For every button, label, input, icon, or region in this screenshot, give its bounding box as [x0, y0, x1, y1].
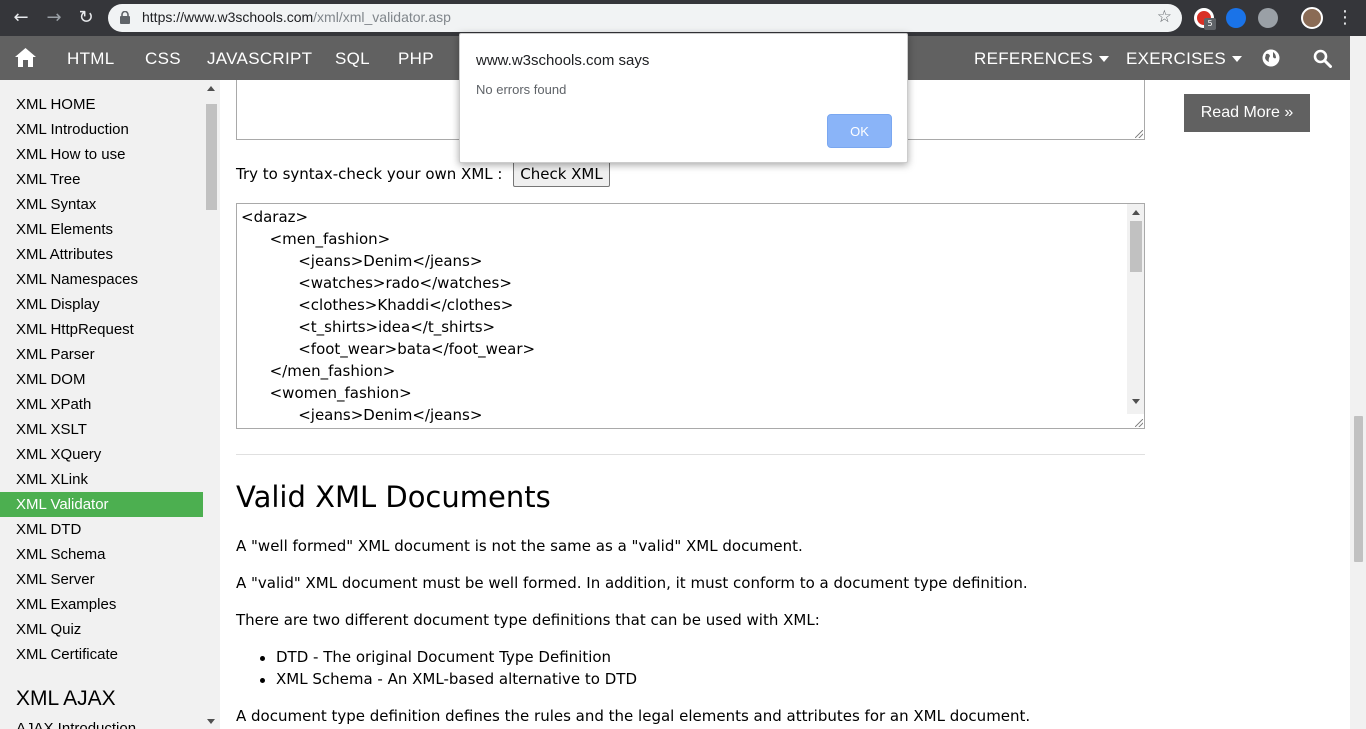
paragraph-two-types: There are two different document type de…	[236, 611, 820, 629]
sidebar-item-xml-introduction[interactable]: XML Introduction	[0, 117, 203, 142]
sidebar-item-ajax-introduction[interactable]: AJAX Introduction	[16, 720, 136, 729]
sidebar-item-xml-examples[interactable]: XML Examples	[0, 592, 203, 617]
browser-toolbar: ← → ↻ https://www.w3schools.com/xml/xml_…	[0, 0, 1366, 36]
check-xml-button[interactable]: Check XML	[513, 161, 610, 187]
sidebar-item-xml-namespaces[interactable]: XML Namespaces	[0, 267, 203, 292]
nav-sql[interactable]: SQL	[335, 36, 370, 80]
sidebar-item-xml-elements[interactable]: XML Elements	[0, 217, 203, 242]
search-icon[interactable]	[1313, 49, 1332, 68]
scroll-up-arrow-icon[interactable]	[207, 86, 215, 91]
sidebar-item-xml-httprequest[interactable]: XML HttpRequest	[0, 317, 203, 342]
sidebar-section-heading: XML AJAX	[16, 687, 116, 710]
sidebar-item-xml-certificate[interactable]: XML Certificate	[0, 642, 203, 667]
sidebar-item-xml-display[interactable]: XML Display	[0, 292, 203, 317]
sidebar-scrollbar[interactable]	[203, 80, 220, 729]
browser-menu-icon[interactable]: ⋮	[1336, 6, 1354, 30]
page-scrollbar-thumb[interactable]	[1354, 416, 1363, 562]
caret-down-icon	[1099, 56, 1110, 62]
dialog-message: No errors found	[476, 82, 567, 97]
nav-references[interactable]: REFERENCES	[974, 36, 1110, 80]
url-path: /xml/xml_validator.asp	[313, 9, 451, 25]
profile-avatar[interactable]	[1301, 7, 1323, 29]
globe-extension-icon[interactable]	[1258, 8, 1278, 28]
caret-down-icon	[1232, 56, 1243, 62]
lock-icon	[120, 11, 130, 24]
sidebar-scrollbar-thumb[interactable]	[206, 104, 217, 210]
divider	[236, 454, 1145, 455]
url-host: https://www.w3schools.com	[142, 9, 314, 25]
paragraph-valid: A "valid" XML document must be well form…	[236, 574, 1028, 592]
list-item: DTD - The original Document Type Definit…	[259, 648, 612, 666]
url-text: https://www.w3schools.com/xml/xml_valida…	[142, 9, 451, 25]
scroll-down-arrow-icon[interactable]	[1132, 399, 1140, 404]
sidebar-item-xml-xquery[interactable]: XML XQuery	[0, 442, 203, 467]
dialog-ok-button[interactable]: OK	[827, 114, 892, 148]
xml-textarea-scrollbar[interactable]	[1127, 204, 1144, 414]
sidebar-item-xml-syntax[interactable]: XML Syntax	[0, 192, 203, 217]
read-more-button[interactable]: Read More »	[1184, 94, 1310, 132]
paragraph-definition: A document type definition defines the r…	[236, 707, 1031, 725]
bookmark-star-icon[interactable]: ☆	[1157, 7, 1172, 27]
sidebar-item-xml-home[interactable]: XML HOME	[0, 92, 203, 117]
address-bar[interactable]: https://www.w3schools.com/xml/xml_valida…	[108, 4, 1182, 32]
nav-references-label: REFERENCES	[974, 49, 1094, 68]
xml-textarea-scrollbar-thumb[interactable]	[1130, 221, 1142, 272]
reload-icon[interactable]: ↻	[74, 6, 98, 30]
resize-handle-icon[interactable]	[1135, 130, 1143, 138]
list-item: XML Schema - An XML-based alternative to…	[260, 670, 637, 688]
sidebar-item-xml-server[interactable]: XML Server	[0, 567, 203, 592]
page-scrollbar[interactable]	[1350, 36, 1366, 729]
sidebar-item-xml-xlink[interactable]: XML XLink	[0, 467, 203, 492]
nav-html[interactable]: HTML	[67, 36, 114, 80]
sidebar-item-xml-dtd[interactable]: XML DTD	[0, 517, 203, 542]
try-text: Try to syntax-check your own XML :	[236, 165, 503, 183]
sidebar-item-xml-xslt[interactable]: XML XSLT	[0, 417, 203, 442]
sidebar-item-xml-schema[interactable]: XML Schema	[0, 542, 203, 567]
scroll-down-arrow-icon[interactable]	[207, 719, 215, 724]
dialog-title: www.w3schools.com says	[476, 52, 650, 69]
resize-handle-icon[interactable]	[1135, 419, 1143, 427]
nav-css[interactable]: CSS	[145, 36, 181, 80]
xml-input-content: <daraz> <men_fashion> <jeans>Denim</jean…	[241, 208, 536, 424]
extension-blue-icon[interactable]	[1226, 8, 1246, 28]
sidebar-item-xml-xpath[interactable]: XML XPath	[0, 392, 203, 417]
scroll-up-arrow-icon[interactable]	[1132, 210, 1140, 215]
home-icon[interactable]	[15, 48, 36, 67]
forward-arrow-icon[interactable]: →	[42, 6, 66, 30]
xml-input-textarea[interactable]: <daraz> <men_fashion> <jeans>Denim</jean…	[236, 203, 1145, 429]
back-arrow-icon[interactable]: ←	[9, 6, 33, 30]
nav-exercises-label: EXERCISES	[1126, 49, 1227, 68]
sidebar-item-xml-quiz[interactable]: XML Quiz	[0, 617, 203, 642]
sidebar-item-xml-parser[interactable]: XML Parser	[0, 342, 203, 367]
globe-icon[interactable]	[1262, 49, 1280, 67]
section-heading: Valid XML Documents	[236, 480, 551, 514]
sidebar-item-xml-validator[interactable]: XML Validator	[0, 492, 203, 517]
sidebar-item-xml-tree[interactable]: XML Tree	[0, 167, 203, 192]
sidebar: XML HOME XML Introduction XML How to use XM…	[0, 80, 220, 729]
paragraph-well-formed: A "well formed" XML document is not the …	[236, 537, 803, 555]
alert-dialog: www.w3schools.com says No errors found O…	[459, 33, 908, 163]
sidebar-item-xml-dom[interactable]: XML DOM	[0, 367, 203, 392]
nav-php[interactable]: PHP	[398, 36, 434, 80]
extension-badge: 5	[1204, 18, 1216, 30]
sidebar-item-xml-attributes[interactable]: XML Attributes	[0, 242, 203, 267]
sidebar-item-xml-how-to-use[interactable]: XML How to use	[0, 142, 203, 167]
nav-exercises[interactable]: EXERCISES	[1126, 36, 1243, 80]
nav-javascript[interactable]: JAVASCRIPT	[207, 36, 312, 80]
